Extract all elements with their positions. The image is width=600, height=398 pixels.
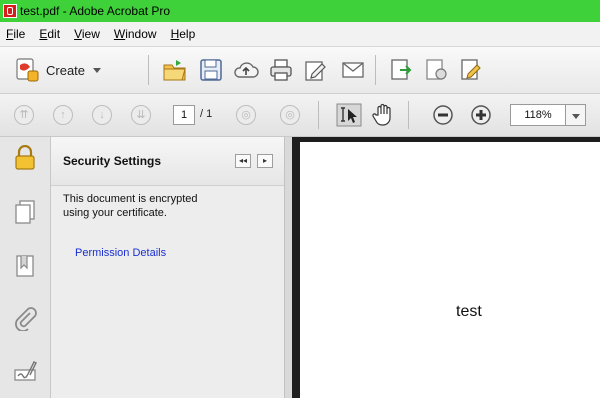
edit-document-icon[interactable]: [303, 57, 329, 83]
create-button[interactable]: Create: [14, 56, 102, 84]
secure-document-icon[interactable]: [423, 57, 449, 83]
create-label: Create: [46, 62, 86, 78]
acrobat-app-icon: [3, 4, 17, 18]
lock-icon[interactable]: [12, 145, 38, 171]
title-bar: test.pdf - Adobe Acrobat Pro: [0, 0, 600, 22]
double-chevron-left-icon: ◂◂: [238, 156, 248, 165]
page-thumbnails-icon[interactable]: [12, 199, 38, 225]
first-page-icon: ⇈: [19, 109, 29, 121]
first-page-button[interactable]: ⇈: [14, 105, 34, 125]
save-icon[interactable]: [198, 57, 224, 83]
window-title: test.pdf - Adobe Acrobat Pro: [20, 4, 171, 18]
toolbar-divider: [318, 101, 319, 129]
zoom-out-icon[interactable]: [432, 104, 454, 126]
signatures-icon[interactable]: [12, 357, 38, 383]
navigation-pane-rail: [0, 137, 51, 398]
bookmarks-icon[interactable]: [12, 253, 38, 279]
attachments-icon[interactable]: [12, 305, 38, 331]
security-settings-panel: Security Settings ◂◂ ▸ This document is …: [51, 137, 284, 398]
rotate-icon: ◎: [241, 109, 251, 121]
cloud-upload-icon[interactable]: [233, 57, 259, 83]
menu-help[interactable]: Help: [171, 27, 196, 41]
menu-edit[interactable]: Edit: [39, 27, 60, 41]
hand-tool-icon[interactable]: [370, 103, 396, 127]
page-number-input[interactable]: 1: [173, 105, 195, 125]
menu-window[interactable]: Window: [114, 27, 157, 41]
collapse-panel-button[interactable]: ◂◂: [235, 154, 251, 168]
menu-file[interactable]: File: [6, 27, 25, 41]
expand-panel-button[interactable]: ▸: [257, 154, 273, 168]
toolbar-divider: [375, 55, 376, 85]
panel-header: Security Settings ◂◂ ▸: [51, 137, 284, 186]
menu-view[interactable]: View: [74, 27, 100, 41]
print-icon[interactable]: [268, 57, 294, 83]
document-page[interactable]: [300, 142, 600, 398]
panel-title: Security Settings: [63, 154, 162, 168]
email-icon[interactable]: [340, 57, 366, 83]
permission-details-link[interactable]: Permission Details: [75, 247, 166, 259]
menu-bar: File Edit View Window Help: [0, 22, 600, 47]
zoom-level-field[interactable]: 118%: [510, 104, 566, 126]
rotate-back-button[interactable]: ◎: [236, 105, 256, 125]
export-pdf-icon[interactable]: [388, 57, 414, 83]
rotate-forward-button[interactable]: ◎: [280, 105, 300, 125]
last-page-button[interactable]: ⇊: [131, 105, 151, 125]
create-pdf-icon: [16, 58, 39, 82]
chevron-right-icon: ▸: [262, 156, 267, 165]
zoom-in-icon[interactable]: [470, 104, 492, 126]
encryption-message-line2: using your certificate.: [63, 207, 167, 219]
down-arrow-icon: ↓: [99, 109, 105, 121]
select-tool-icon[interactable]: [336, 103, 362, 127]
document-text: test: [456, 303, 482, 320]
encryption-message-line1: This document is encrypted: [63, 193, 198, 205]
toolbar-divider: [148, 55, 149, 85]
previous-page-button[interactable]: ↑: [53, 105, 73, 125]
toolbar-divider: [408, 101, 409, 129]
zoom-dropdown-button[interactable]: [566, 104, 586, 126]
page-total: / 1: [200, 108, 213, 120]
create-dropdown-icon: [93, 67, 102, 73]
up-arrow-icon: ↑: [60, 109, 66, 121]
navigation-toolbar: ⇈ ↑ ↓ ⇊ 1 / 1 ◎ ◎ 118%: [0, 94, 600, 137]
last-page-icon: ⇊: [136, 109, 146, 121]
rotate-icon: ◎: [285, 109, 295, 121]
open-folder-icon[interactable]: [162, 57, 188, 83]
next-page-button[interactable]: ↓: [92, 105, 112, 125]
encryption-message: This document is encrypted using your ce…: [63, 192, 263, 220]
main-toolbar: Create: [0, 47, 600, 94]
sign-document-icon[interactable]: [458, 57, 484, 83]
